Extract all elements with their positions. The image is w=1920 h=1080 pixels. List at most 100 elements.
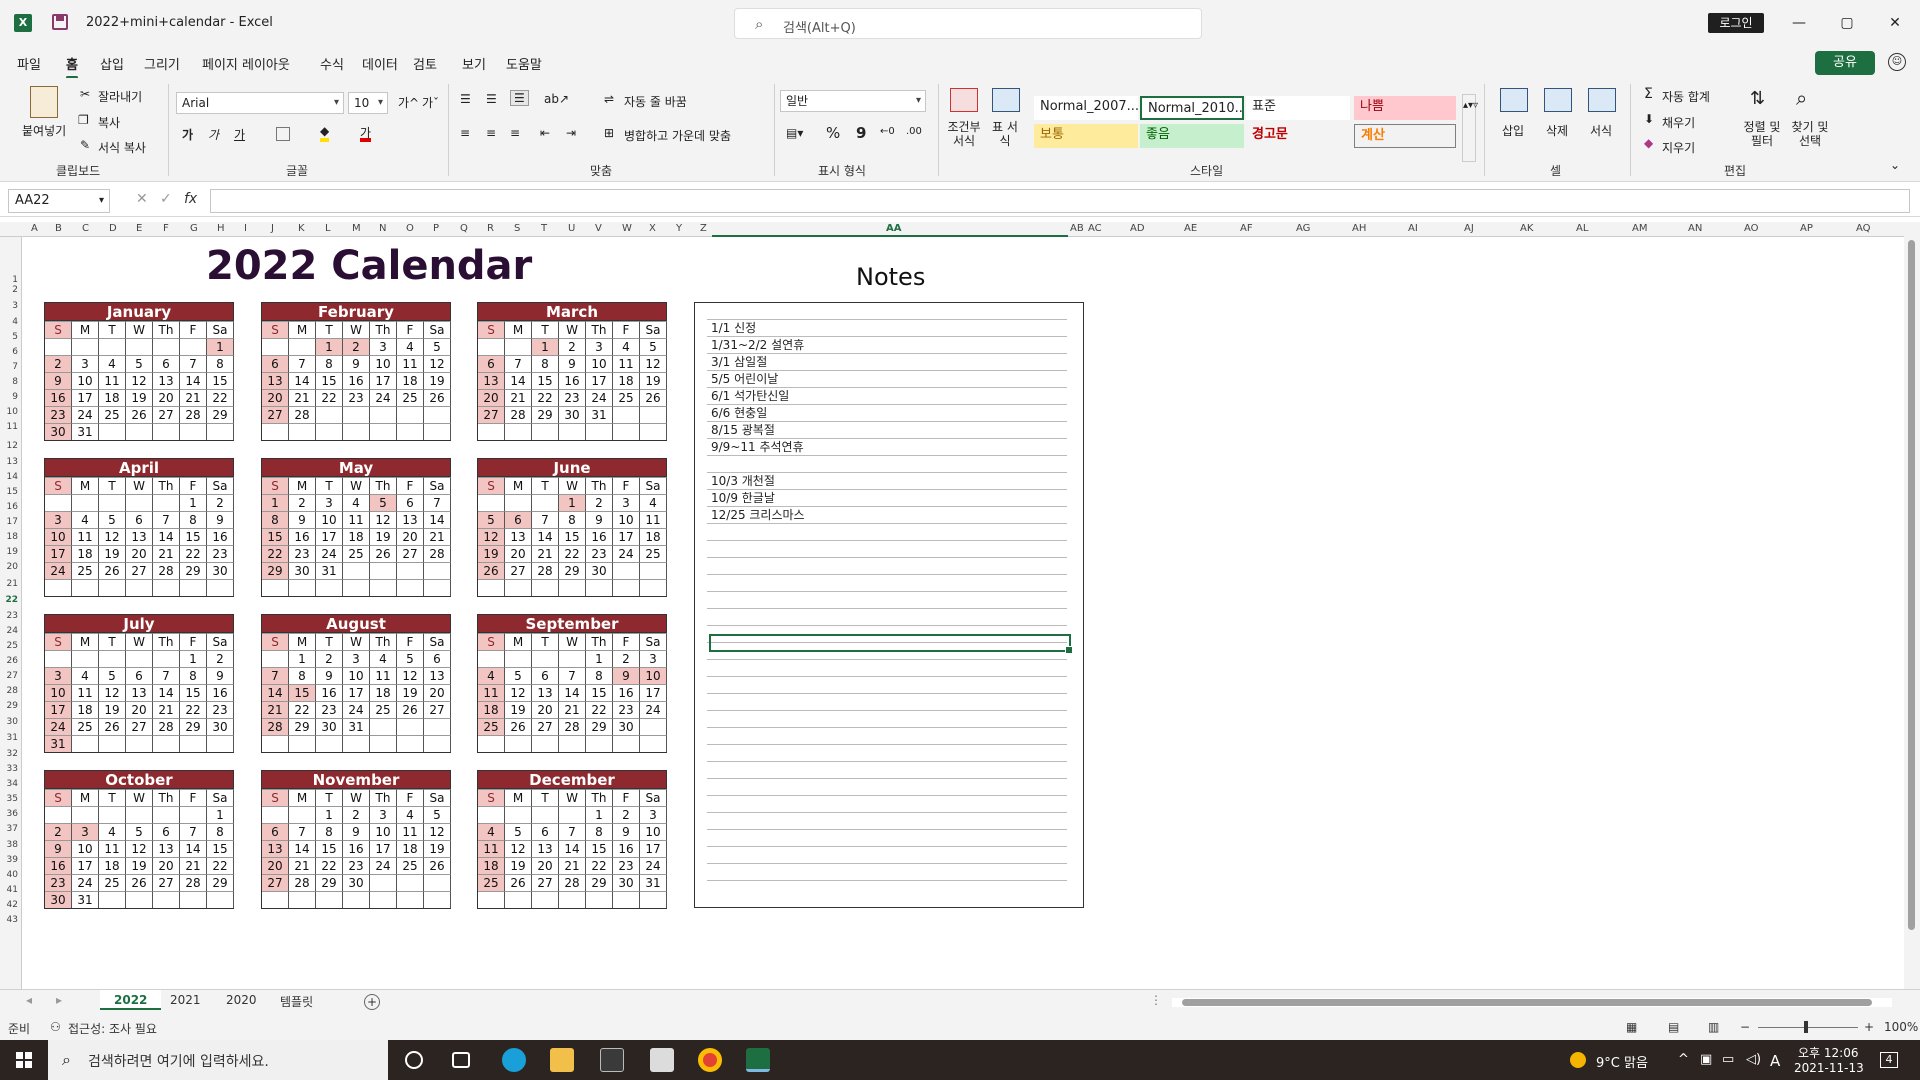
day-cell[interactable]: 17 [586,372,613,389]
align-top-icon[interactable]: ☰ [460,92,471,106]
row-header[interactable]: 22 [0,595,18,605]
empty-day-cell[interactable] [126,579,153,596]
row-header[interactable]: 21 [0,579,18,589]
empty-day-cell[interactable] [640,423,667,440]
day-cell[interactable]: 31 [72,891,99,908]
excel-taskbar-icon[interactable] [746,1048,770,1072]
day-cell[interactable]: 5 [126,823,153,840]
column-header[interactable]: AE [1184,223,1197,234]
day-cell[interactable]: 8 [559,511,586,528]
row-header[interactable]: 17 [0,517,18,527]
day-cell[interactable]: 11 [72,684,99,701]
day-cell[interactable]: 9 [343,355,370,372]
font-color-icon[interactable]: 가 [360,124,372,142]
empty-day-cell[interactable] [586,735,613,752]
day-cell[interactable]: 22 [316,389,343,406]
zoom-out-button[interactable]: − [1740,1020,1750,1034]
style-warning[interactable]: 경고문 [1246,124,1350,148]
day-cell[interactable]: 18 [478,701,505,718]
note-line[interactable]: 6/6 현충일 [707,405,1067,422]
font-size-combo[interactable]: 10 [348,92,388,114]
day-cell[interactable]: 9 [45,372,72,389]
empty-day-cell[interactable] [532,494,559,511]
day-cell[interactable]: 14 [180,372,207,389]
row-header[interactable]: 20 [0,562,18,572]
row-header[interactable]: 15 [0,487,18,497]
day-cell[interactable]: 26 [370,545,397,562]
day-cell[interactable]: 5 [424,806,451,823]
notes-box[interactable]: 1/1 신정 1/31~2/2 설연휴 3/1 삼일절 5/5 어린이날 6/1 석가탄… [694,302,1084,908]
day-cell[interactable]: 14 [505,372,532,389]
day-cell[interactable]: 6 [532,823,559,840]
day-cell[interactable]: 22 [316,857,343,874]
row-header[interactable]: 8 [0,377,18,387]
day-cell[interactable]: 18 [72,701,99,718]
formula-input[interactable] [210,189,1910,213]
cancel-icon[interactable]: ✕ [136,191,148,207]
note-line[interactable] [707,558,1067,575]
orientation-icon[interactable]: ab↗ [544,92,569,106]
sheet-tab-2020[interactable]: 2020 [226,993,257,1007]
day-cell[interactable]: 24 [640,857,667,874]
menu-0[interactable]: 파일 [17,54,41,73]
day-cell[interactable]: 14 [532,528,559,545]
day-cell[interactable]: 18 [640,528,667,545]
day-cell[interactable]: 27 [126,718,153,735]
name-box[interactable]: AA22 [8,189,110,213]
day-cell[interactable]: 19 [370,528,397,545]
note-line[interactable] [707,711,1067,728]
column-header[interactable]: AG [1296,223,1310,234]
style-normal-2010[interactable]: Normal_2010... [1140,96,1244,120]
styles-scroll-button[interactable]: ▴▾▿ [1462,94,1478,162]
row-header[interactable]: 19 [0,547,18,557]
selected-cell[interactable] [709,634,1073,654]
empty-day-cell[interactable] [640,406,667,423]
day-cell[interactable]: 22 [289,701,316,718]
day-cell[interactable]: 23 [207,545,234,562]
day-cell[interactable]: 4 [397,338,424,355]
column-header[interactable]: AQ [1856,223,1871,234]
day-cell[interactable]: 11 [397,823,424,840]
day-cell[interactable]: 17 [316,528,343,545]
row-header[interactable]: 4 [0,317,18,327]
day-cell[interactable]: 23 [207,701,234,718]
day-cell[interactable]: 7 [424,494,451,511]
day-cell[interactable]: 14 [153,528,180,545]
empty-day-cell[interactable] [424,423,451,440]
day-cell[interactable]: 17 [613,528,640,545]
empty-day-cell[interactable] [126,891,153,908]
day-cell[interactable]: 13 [532,684,559,701]
day-cell[interactable]: 13 [478,372,505,389]
day-cell[interactable]: 27 [397,545,424,562]
day-cell[interactable]: 10 [316,511,343,528]
empty-day-cell[interactable] [126,494,153,511]
day-cell[interactable]: 29 [207,406,234,423]
day-cell[interactable]: 24 [316,545,343,562]
empty-day-cell[interactable] [153,650,180,667]
day-cell[interactable]: 22 [262,545,289,562]
day-cell[interactable]: 28 [153,718,180,735]
day-cell[interactable]: 25 [613,389,640,406]
zoom-slider[interactable] [1758,1027,1858,1028]
day-cell[interactable]: 3 [586,338,613,355]
empty-day-cell[interactable] [505,423,532,440]
empty-day-cell[interactable] [180,423,207,440]
empty-day-cell[interactable] [72,735,99,752]
store-icon[interactable] [600,1048,624,1072]
column-header[interactable]: AO [1744,223,1759,234]
day-cell[interactable]: 21 [532,545,559,562]
taskbar-search[interactable]: ⌕ 검색하려면 여기에 입력하세요. [48,1040,388,1080]
column-header[interactable]: F [163,223,169,234]
note-line[interactable] [707,609,1067,626]
day-cell[interactable]: 24 [613,545,640,562]
empty-day-cell[interactable] [586,423,613,440]
day-cell[interactable]: 14 [262,684,289,701]
row-header[interactable]: 16 [0,502,18,512]
day-cell[interactable]: 2 [45,823,72,840]
day-cell[interactable]: 12 [478,528,505,545]
day-cell[interactable]: 2 [289,494,316,511]
insert-cells-button[interactable]: 삽입 [1502,122,1524,139]
column-header[interactable]: T [541,223,547,234]
column-header[interactable]: Y [676,223,682,234]
day-cell[interactable]: 14 [289,372,316,389]
